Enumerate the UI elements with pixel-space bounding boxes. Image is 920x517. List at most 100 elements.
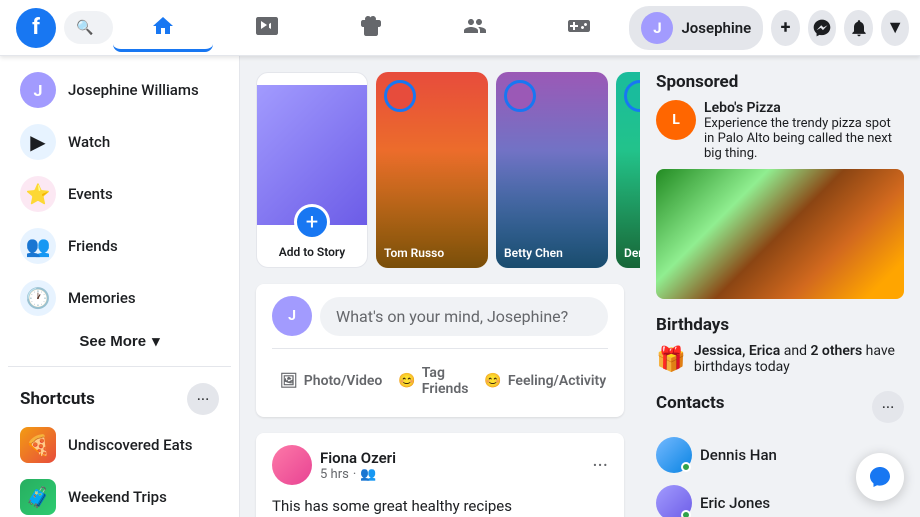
menu-button[interactable]: ▼ bbox=[881, 10, 910, 46]
story-name-betty: Betty Chen bbox=[504, 246, 600, 260]
messenger-button[interactable] bbox=[808, 10, 837, 46]
memories-icon: 🕐 bbox=[20, 280, 56, 316]
ad-info: Lebo's Pizza Experience the trendy pizza… bbox=[704, 100, 904, 161]
contacts-header: Contacts ··· bbox=[656, 391, 904, 423]
add-story-image: + bbox=[257, 85, 367, 225]
contacts-section: Contacts ··· Dennis Han Eric Jones C bbox=[656, 391, 904, 517]
ad-name: Lebo's Pizza bbox=[704, 100, 904, 116]
birthday-icon: 🎁 bbox=[656, 345, 686, 373]
post-more-button[interactable]: ··· bbox=[592, 453, 608, 477]
events-label: Events bbox=[68, 185, 113, 203]
memories-label: Memories bbox=[68, 289, 136, 307]
add-button[interactable]: + bbox=[771, 10, 800, 46]
profile-button[interactable]: J Josephine bbox=[629, 6, 763, 50]
birthday-names: Jessica, Erica bbox=[694, 343, 780, 359]
weekend-trips-label: Weekend Trips bbox=[68, 488, 167, 506]
sidebar-profile-name: Josephine Williams bbox=[68, 81, 199, 99]
post-author-avatar bbox=[272, 445, 312, 485]
ad-image bbox=[656, 169, 904, 299]
feeling-button[interactable]: 😊 Feeling/Activity bbox=[476, 357, 614, 405]
nav-center bbox=[113, 4, 629, 52]
friends-label: Friends bbox=[68, 237, 118, 255]
story-avatar-betty bbox=[504, 80, 536, 112]
tag-friends-button[interactable]: 😊 Tag Friends bbox=[390, 357, 476, 405]
profile-avatar-sidebar: J bbox=[20, 72, 56, 108]
post-actions: 🖼 Photo/Video 😊 Tag Friends 😊 Feeling/Ac… bbox=[272, 348, 608, 405]
birthday-text: Jessica, Erica and 2 others have birthda… bbox=[694, 343, 904, 375]
sidebar-item-profile[interactable]: J Josephine Williams bbox=[8, 64, 231, 116]
post-user: Fiona Ozeri 5 hrs · 👥 bbox=[272, 445, 396, 485]
friends-icon: 👥 bbox=[20, 228, 56, 264]
contacts-title: Contacts bbox=[656, 393, 724, 413]
post-text: This has some great healthy recipes bbox=[256, 497, 624, 517]
chevron-down-icon: ▾ bbox=[152, 332, 160, 350]
see-more-button-1[interactable]: See More ▾ bbox=[8, 324, 231, 358]
photo-icon: 🖼 bbox=[280, 373, 298, 389]
sidebar-item-events[interactable]: ⭐ Events bbox=[8, 168, 231, 220]
story-avatar-tom bbox=[384, 80, 416, 112]
post-author-name: Fiona Ozeri bbox=[320, 449, 396, 467]
shortcuts-label: Shortcuts bbox=[20, 389, 95, 409]
sponsored-title: Sponsored bbox=[656, 72, 904, 92]
watch-label: Watch bbox=[68, 133, 110, 151]
left-sidebar: J Josephine Williams ▶ Watch ⭐ Events 👥 … bbox=[0, 56, 240, 517]
nav-home-btn[interactable] bbox=[113, 4, 213, 52]
profile-avatar: J bbox=[641, 12, 673, 44]
story-name-dennis: Dennis Han bbox=[624, 246, 640, 260]
sidebar-divider bbox=[8, 366, 231, 367]
sidebar-item-weekend-trips[interactable]: 🧳 Weekend Trips bbox=[8, 471, 231, 517]
birthdays-section: Birthdays 🎁 Jessica, Erica and 2 others … bbox=[656, 315, 904, 375]
post-input[interactable]: What's on your mind, Josephine? bbox=[320, 297, 608, 336]
messenger-fab[interactable] bbox=[856, 453, 904, 501]
sidebar-item-undiscovered-eats[interactable]: 🍕 Undiscovered Eats bbox=[8, 419, 231, 471]
post-input-row: J What's on your mind, Josephine? bbox=[272, 296, 608, 336]
facebook-logo[interactable]: f bbox=[16, 8, 56, 48]
nav-marketplace-btn[interactable] bbox=[321, 4, 421, 52]
right-sidebar: Sponsored L Lebo's Pizza Experience the … bbox=[640, 56, 920, 517]
birthday-and: and bbox=[784, 343, 811, 359]
nav-gaming-btn[interactable] bbox=[529, 4, 629, 52]
undiscovered-eats-label: Undiscovered Eats bbox=[68, 436, 192, 454]
shortcuts-more-button[interactable]: ··· bbox=[187, 383, 219, 415]
weekend-trips-icon: 🧳 bbox=[20, 479, 56, 515]
nav-right: J Josephine + ▼ bbox=[629, 6, 909, 50]
notifications-button[interactable] bbox=[844, 10, 873, 46]
sidebar-item-memories[interactable]: 🕐 Memories bbox=[8, 272, 231, 324]
nav-watch-btn[interactable] bbox=[217, 4, 317, 52]
feeling-icon: 😊 bbox=[484, 373, 501, 389]
birthday-others: 2 others bbox=[810, 343, 862, 359]
birthdays-title: Birthdays bbox=[656, 315, 904, 335]
nav-left: f 🔍 bbox=[16, 8, 113, 48]
search-box[interactable]: 🔍 bbox=[64, 11, 113, 44]
search-icon: 🔍 bbox=[76, 20, 93, 36]
post-box: J What's on your mind, Josephine? 🖼 Phot… bbox=[256, 284, 624, 417]
stories-row: + Add to Story Tom Russo Betty Chen Den bbox=[256, 72, 624, 268]
sidebar-item-friends[interactable]: 👥 Friends bbox=[8, 220, 231, 272]
story-card-tom[interactable]: Tom Russo bbox=[376, 72, 488, 268]
contact-name-dennis: Dennis Han bbox=[700, 446, 777, 464]
ad-logo: L bbox=[656, 100, 696, 140]
story-card-betty[interactable]: Betty Chen bbox=[496, 72, 608, 268]
feed-post-1: Fiona Ozeri 5 hrs · 👥 ··· This has some … bbox=[256, 433, 624, 517]
post-time: 5 hrs bbox=[320, 467, 349, 482]
contact-name-eric: Eric Jones bbox=[700, 494, 770, 512]
pizza-image bbox=[656, 169, 904, 299]
add-story-plus-icon: + bbox=[294, 204, 330, 240]
tag-icon: 😊 bbox=[398, 373, 415, 389]
top-nav: f 🔍 J Josephine + bbox=[0, 0, 920, 56]
nav-groups-btn[interactable] bbox=[425, 4, 525, 52]
main-layout: J Josephine Williams ▶ Watch ⭐ Events 👥 … bbox=[0, 0, 920, 517]
sponsored-section: Sponsored L Lebo's Pizza Experience the … bbox=[656, 72, 904, 299]
contact-avatar-dennis bbox=[656, 437, 692, 473]
photo-video-button[interactable]: 🖼 Photo/Video bbox=[272, 357, 390, 405]
story-card-dennis[interactable]: Dennis Han bbox=[616, 72, 640, 268]
post-privacy-icon: · bbox=[353, 467, 356, 482]
contacts-more-button[interactable]: ··· bbox=[872, 391, 904, 423]
contact-avatar-eric bbox=[656, 485, 692, 517]
add-story-card[interactable]: + Add to Story bbox=[256, 72, 368, 268]
ad-card: L Lebo's Pizza Experience the trendy piz… bbox=[656, 100, 904, 161]
sidebar-item-watch[interactable]: ▶ Watch bbox=[8, 116, 231, 168]
online-indicator bbox=[681, 462, 691, 472]
watch-icon: ▶ bbox=[20, 124, 56, 160]
post-privacy: 👥 bbox=[360, 467, 376, 482]
